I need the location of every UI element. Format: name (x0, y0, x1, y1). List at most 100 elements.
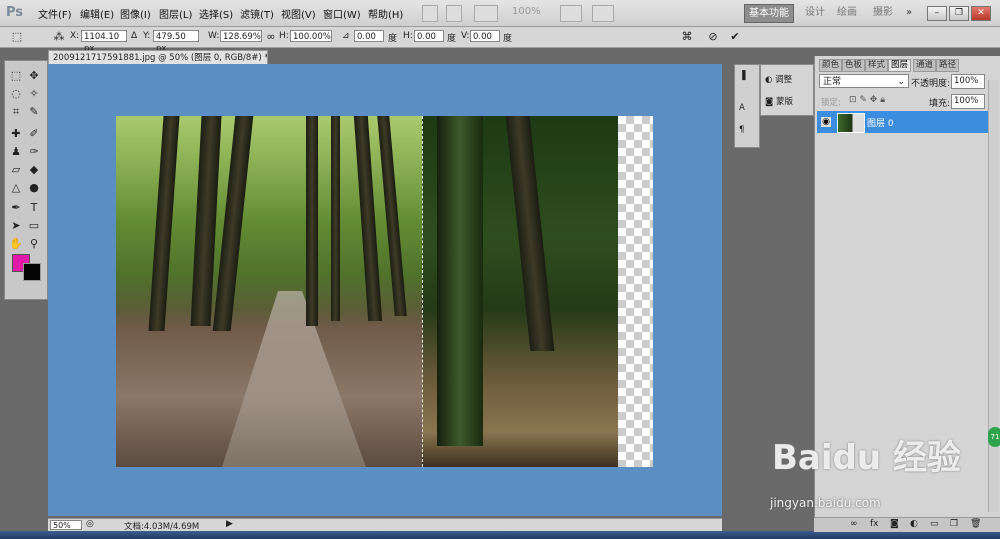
fill-field[interactable]: 100% (951, 94, 985, 109)
paint-bucket-tool-icon[interactable]: ◆ (27, 163, 41, 177)
menu-layer[interactable]: 图层(L) (159, 6, 192, 21)
screen-mode-icon[interactable] (592, 5, 614, 22)
lock-icons[interactable]: ⊡ ✎ ✥ 🔒︎ (849, 95, 885, 105)
new-layer-icon[interactable]: ❐ (950, 519, 958, 529)
menu-help[interactable]: 帮助(H) (368, 6, 403, 21)
status-options-icon[interactable]: ◎ (86, 519, 94, 529)
extras-dropdown-icon[interactable] (474, 5, 498, 22)
status-menu-arrow-icon[interactable]: ▶ (226, 519, 233, 529)
workspace-design[interactable]: 设计 (801, 4, 829, 21)
transform-tool-icon[interactable]: ⬚ (10, 30, 24, 44)
adjustment-layer-icon[interactable]: ◐ (910, 519, 918, 529)
arrange-docs-icon[interactable] (560, 5, 582, 22)
tab-color[interactable]: 颜色 (819, 59, 843, 72)
tree-trunk (331, 116, 340, 321)
link-layers-icon[interactable]: ∞ (850, 519, 858, 529)
pen-tool-icon[interactable]: ✒ (9, 201, 23, 215)
workspace-photography[interactable]: 摄影 (869, 4, 897, 21)
menu-edit[interactable]: 编辑(E) (80, 6, 114, 21)
workspace-more[interactable]: » (902, 4, 916, 21)
add-mask-icon[interactable]: ◙ (890, 519, 899, 529)
history-brush-tool-icon[interactable]: ✑ (27, 145, 41, 159)
menu-filter[interactable]: 滤镜(T) (240, 6, 274, 21)
minimize-icon[interactable]: – (927, 6, 947, 21)
reference-point-icon[interactable]: ⁂ (52, 30, 66, 44)
crop-tool-icon[interactable]: ⌗ (9, 105, 23, 119)
w-field[interactable]: 128.69% (220, 30, 262, 42)
quick-select-tool-icon[interactable]: ✧ (27, 87, 41, 101)
delete-layer-icon[interactable]: 🗑︎ (970, 519, 981, 529)
layer-name[interactable]: 图层 0 (867, 116, 894, 129)
shape-tool-icon[interactable]: ▭ (27, 219, 41, 233)
minibridge-icon[interactable] (446, 5, 462, 22)
zoom-field[interactable]: 50% (50, 520, 82, 530)
opacity-field[interactable]: 100% (951, 74, 985, 89)
move-tool-icon[interactable]: ✥ (27, 69, 41, 83)
zoom-level[interactable]: 100% (512, 6, 541, 17)
fx-icon[interactable]: fx (870, 519, 879, 529)
cancel-transform-icon[interactable]: ⊘ (706, 30, 720, 44)
layers-scrollbar[interactable] (988, 80, 999, 512)
menu-window[interactable]: 窗口(W) (323, 6, 361, 21)
marquee-tool-icon[interactable]: ⬚ (9, 69, 23, 83)
eyedropper-tool-icon[interactable]: ✎ (27, 105, 41, 119)
hand-tool-icon[interactable]: ✋ (9, 237, 23, 251)
y-field[interactable]: 479.50 px (153, 30, 199, 54)
blend-mode-select[interactable]: 正常 ⌄ (819, 74, 909, 88)
dodge-tool-icon[interactable]: ● (27, 181, 41, 195)
lasso-tool-icon[interactable]: ◌ (9, 87, 23, 101)
paragraph-panel-icon[interactable]: ¶ (739, 125, 744, 135)
background-color[interactable] (23, 263, 41, 281)
adjustments-panel-button[interactable]: ◐ 调整 (765, 73, 792, 85)
type-tool-icon[interactable]: T (27, 201, 41, 215)
warp-icon[interactable]: ⌘ (680, 30, 694, 44)
menu-bar: Ps 文件(F) 编辑(E) 图像(I) 图层(L) 选择(S) 滤镜(T) 视… (0, 0, 1000, 27)
healing-brush-tool-icon[interactable]: ✚ (9, 127, 23, 141)
close-icon[interactable]: ✕ (971, 6, 991, 21)
path-select-tool-icon[interactable]: ➤ (9, 219, 23, 233)
layer-row[interactable]: ◉ 图层 0 (817, 111, 999, 133)
masks-label: 蒙版 (775, 97, 793, 107)
hskew-field[interactable]: 0.00 (414, 30, 444, 42)
eraser-tool-icon[interactable]: ▱ (9, 163, 23, 177)
eye-icon[interactable]: ◉ (821, 117, 831, 127)
tab-channels[interactable]: 通道 (913, 59, 937, 72)
delta-icon: Δ (131, 31, 138, 41)
h-field[interactable]: 100.00% (290, 30, 332, 42)
menu-image[interactable]: 图像(I) (120, 6, 151, 21)
document-image[interactable] (116, 116, 653, 467)
os-taskbar (0, 531, 1000, 539)
adjustments-icon: ◐ (765, 75, 776, 85)
menu-select[interactable]: 选择(S) (199, 6, 233, 21)
workspace-essentials[interactable]: 基本功能 (744, 4, 794, 23)
x-field[interactable]: 1104.10 px (81, 30, 127, 54)
bridge-icon[interactable] (422, 5, 438, 22)
link-icon[interactable]: ∞ (264, 30, 278, 44)
workspace-painting[interactable]: 绘画 (833, 4, 861, 21)
tree-trunk (505, 116, 555, 351)
brush-tool-icon[interactable]: ✐ (27, 127, 41, 141)
forest-path-image (116, 116, 422, 467)
tab-styles[interactable]: 样式 (865, 59, 889, 72)
history-panel-icon[interactable]: ▐ (739, 71, 746, 81)
transformed-layer-image[interactable] (422, 116, 620, 467)
masks-panel-button[interactable]: ◙ 蒙版 (765, 95, 793, 107)
blur-tool-icon[interactable]: △ (9, 181, 23, 195)
clone-stamp-tool-icon[interactable]: ♟ (9, 145, 23, 159)
tab-paths[interactable]: 路径 (936, 59, 960, 72)
restore-icon[interactable]: ❐ (949, 6, 969, 21)
zoom-tool-icon[interactable]: ⚲ (27, 237, 41, 251)
chevron-down-icon: ⌄ (897, 77, 905, 87)
new-group-icon[interactable]: ▭ (930, 519, 939, 529)
tab-layers[interactable]: 图层 (888, 59, 912, 72)
document-tab[interactable]: 2009121717591881.jpg @ 50% (图层 0, RGB/8#… (48, 50, 268, 64)
tab-swatches[interactable]: 色板 (842, 59, 866, 72)
w-label: W: (208, 31, 220, 41)
menu-view[interactable]: 视图(V) (281, 6, 316, 21)
menu-file[interactable]: 文件(F) (38, 6, 72, 21)
rotate-field[interactable]: 0.00 (354, 30, 384, 42)
notification-badge[interactable]: 71 (988, 427, 1000, 447)
vskew-field[interactable]: 0.00 (470, 30, 500, 42)
character-panel-icon[interactable]: A (739, 103, 745, 113)
commit-transform-icon[interactable]: ✔ (728, 30, 742, 44)
